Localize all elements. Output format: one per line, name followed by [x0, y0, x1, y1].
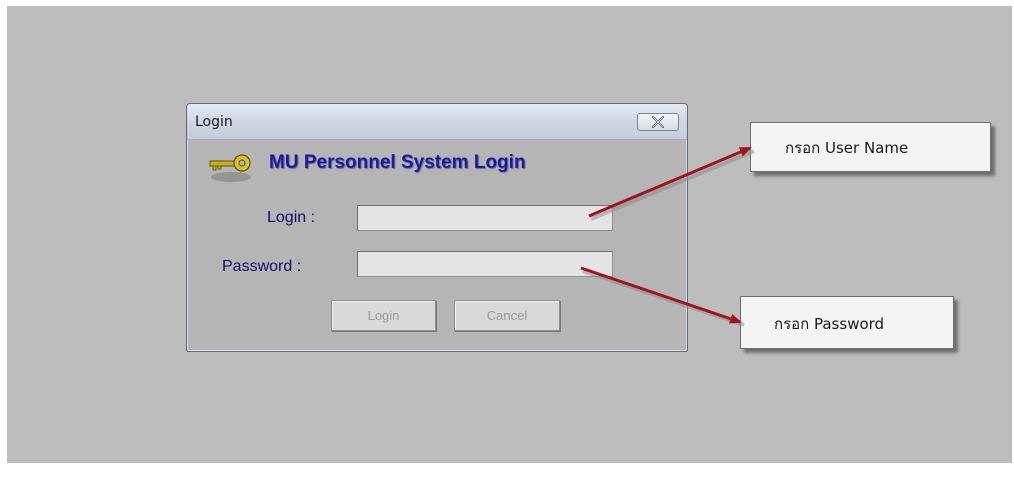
dialog-titlebar[interactable]: Login	[187, 104, 687, 140]
password-label: Password :	[222, 258, 302, 275]
close-button[interactable]	[637, 113, 679, 131]
username-callout-text: กรอก User Name	[785, 139, 909, 157]
key-icon	[209, 154, 251, 182]
password-input[interactable]	[357, 251, 613, 277]
login-button[interactable]: Login	[331, 300, 436, 331]
password-callout: กรอก Password	[740, 296, 954, 349]
login-label: Login :	[267, 209, 316, 226]
password-callout-text: กรอก Password	[774, 315, 885, 333]
dialog-header: MU Personnel System Login	[207, 146, 647, 182]
login-input[interactable]	[357, 205, 613, 231]
username-callout: กรอก User Name	[750, 122, 991, 172]
dialog-title: Login	[195, 114, 233, 130]
dialog-heading: MU Personnel System Login	[269, 152, 526, 173]
cancel-button[interactable]: Cancel	[454, 300, 560, 331]
close-icon	[651, 116, 665, 128]
login-dialog: Login MU Personnel System Login Login : …	[186, 103, 688, 352]
